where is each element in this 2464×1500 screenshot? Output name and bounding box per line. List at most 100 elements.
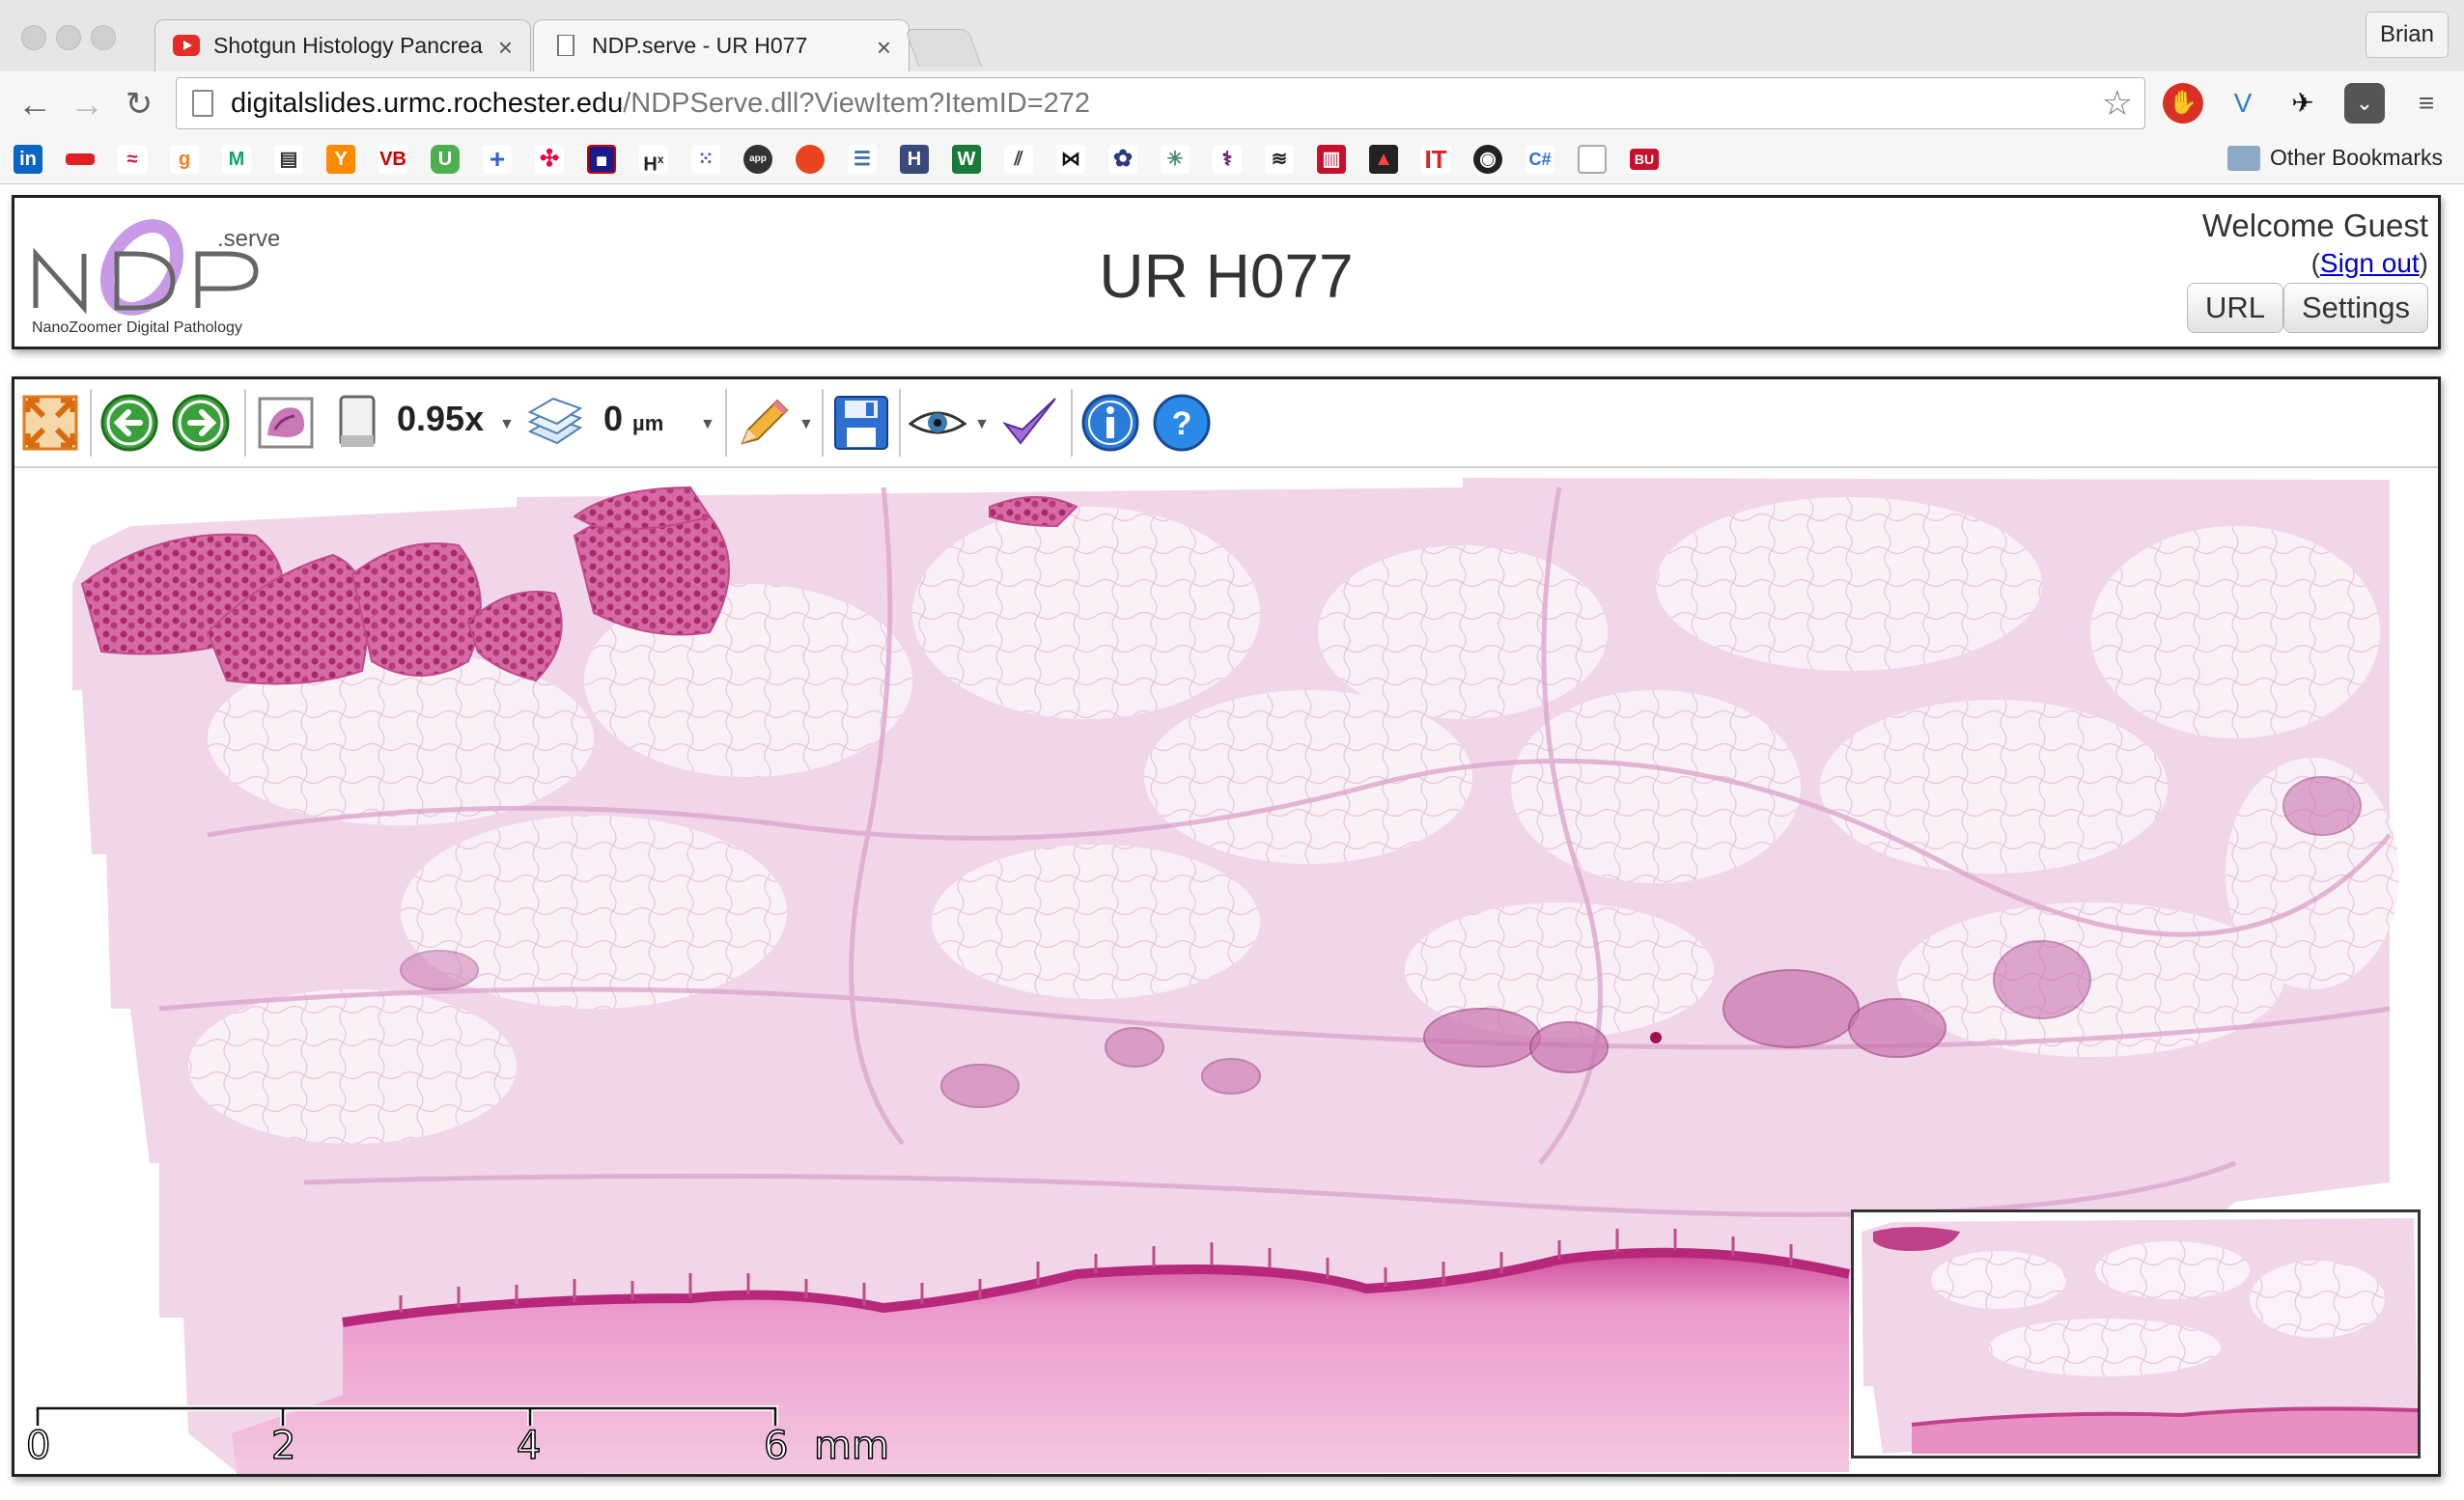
- scale-label-0: 0: [25, 1423, 51, 1469]
- previous-view-icon[interactable]: [99, 393, 159, 453]
- radio-icon[interactable]: ◉: [1473, 145, 1502, 174]
- close-icon[interactable]: ×: [498, 33, 513, 63]
- feather-icon[interactable]: ⚕: [1213, 145, 1242, 174]
- zoom-dropdown-caret-icon[interactable]: ▼: [499, 416, 515, 433]
- bookmarks-bar: in ≈ g M ▤ Y VB U + ✣ ■ Hx ⁙ app ☰ H W ⫽…: [0, 137, 2464, 184]
- pocket-icon[interactable]: ⌄: [2344, 83, 2385, 124]
- menu-icon[interactable]: ≡: [2406, 83, 2447, 124]
- grid-icon[interactable]: ■: [587, 145, 616, 174]
- next-view-icon[interactable]: [171, 393, 231, 453]
- bank-icon[interactable]: ≈: [118, 145, 147, 174]
- window-close-icon[interactable]: [21, 25, 46, 50]
- it-icon[interactable]: IT: [1421, 145, 1450, 174]
- flower-icon[interactable]: ✿: [1108, 145, 1137, 174]
- bookmark-star-icon[interactable]: ☆: [2102, 83, 2133, 124]
- address-bar[interactable]: digitalslides.urmc.rochester.edu/NDPServ…: [176, 77, 2145, 129]
- m-icon[interactable]: M: [222, 145, 251, 174]
- database-icon[interactable]: ☰: [848, 145, 877, 174]
- info-icon[interactable]: [1080, 393, 1140, 453]
- fit-to-screen-icon[interactable]: [20, 393, 80, 453]
- stripes-icon[interactable]: ⫽: [1004, 145, 1033, 174]
- doc-icon[interactable]: [1578, 145, 1607, 174]
- y-icon[interactable]: Y: [326, 145, 355, 174]
- focus-layers-icon[interactable]: [524, 393, 584, 453]
- toolbar-separator: [90, 389, 92, 457]
- glass-slide-icon[interactable]: [327, 393, 387, 453]
- ndp-header: .serve NanoZoomer Digital Pathology UR H…: [12, 195, 2441, 349]
- profile-button[interactable]: Brian: [2365, 12, 2449, 58]
- overview-thumbnail: [1854, 1212, 2418, 1456]
- toolbar-separator: [822, 389, 824, 457]
- bu-icon[interactable]: BU: [1630, 149, 1659, 170]
- bowtie-icon[interactable]: ⋈: [1056, 145, 1085, 174]
- visibility-eye-icon[interactable]: [909, 393, 968, 453]
- scale-label-4: 4: [516, 1423, 542, 1469]
- vb-icon[interactable]: VB: [378, 145, 407, 174]
- reload-icon[interactable]: ↻: [118, 83, 160, 125]
- window-zoom-icon[interactable]: [91, 25, 116, 50]
- forward-arrow-icon[interactable]: →: [66, 83, 108, 125]
- url-button[interactable]: URL: [2186, 283, 2283, 333]
- zoom-level[interactable]: 0.95x: [397, 399, 484, 439]
- help-icon[interactable]: ?: [1152, 393, 1212, 453]
- tab-ndp-serve[interactable]: NDP.serve - UR H077 ×: [533, 19, 910, 71]
- url-host: digitalslides.urmc.rochester.edu: [231, 87, 624, 119]
- appress-icon[interactable]: app: [743, 145, 772, 174]
- scale-label-unit: mm: [813, 1423, 889, 1469]
- focus-depth-value: 0: [603, 399, 624, 438]
- pinwheel-icon[interactable]: ✣: [535, 145, 564, 174]
- svg-text:?: ?: [1172, 405, 1192, 442]
- annotation-dropdown-caret-icon[interactable]: ▼: [798, 416, 814, 433]
- tab-title: NDP.serve - UR H077: [592, 33, 808, 58]
- w-icon[interactable]: W: [952, 145, 981, 174]
- viewer-toolbar: 0.95x ▼ 0 µm ▼ ▼ ▼ ?: [14, 379, 2438, 468]
- barchart-icon[interactable]: ▥: [1317, 145, 1346, 174]
- csharp-icon[interactable]: C#: [1526, 145, 1554, 174]
- slide-viewer: 0.95x ▼ 0 µm ▼ ▼ ▼ ? 0 2 4 6 mm: [12, 376, 2441, 1477]
- g-icon[interactable]: g: [170, 145, 199, 174]
- page-icon: [557, 35, 574, 56]
- adblock-icon[interactable]: ✋: [2163, 83, 2203, 124]
- save-floppy-icon[interactable]: [831, 393, 891, 453]
- url-path: /NDPServe.dll?ViewItem?ItemID=272: [623, 87, 1091, 119]
- toolbar-separator: [725, 389, 727, 457]
- toolbar-separator: [244, 389, 246, 457]
- tomato-icon[interactable]: [796, 145, 825, 174]
- news-icon[interactable]: ▤: [274, 145, 303, 174]
- browser-tab-bar: Shotgun Histology Pancrea × NDP.serve - …: [0, 0, 2464, 72]
- visibility-dropdown-caret-icon[interactable]: ▼: [974, 416, 990, 433]
- dark-icon[interactable]: ▲: [1369, 145, 1398, 174]
- tab-youtube[interactable]: Shotgun Histology Pancrea ×: [154, 19, 531, 71]
- window-minimize-icon[interactable]: [56, 25, 81, 50]
- close-icon[interactable]: ×: [877, 33, 891, 63]
- vimeo-icon[interactable]: V: [2223, 83, 2263, 124]
- toolbar-separator: [899, 389, 901, 457]
- check-mark-icon[interactable]: [999, 393, 1059, 453]
- hx-icon[interactable]: Hx: [639, 145, 668, 174]
- lines-icon[interactable]: ≋: [1265, 145, 1294, 174]
- dots-icon[interactable]: ⁙: [691, 145, 720, 174]
- browser-toolbar: ← → ↻ digitalslides.urmc.rochester.edu/N…: [0, 71, 2464, 137]
- focus-depth[interactable]: 0 µm: [603, 399, 663, 439]
- settings-button[interactable]: Settings: [2282, 283, 2428, 333]
- sign-out-link[interactable]: Sign out: [2320, 248, 2420, 278]
- depth-dropdown-caret-icon[interactable]: ▼: [700, 416, 715, 433]
- u-icon[interactable]: U: [431, 145, 460, 174]
- folder-icon: [2227, 145, 2261, 171]
- other-bookmarks[interactable]: Other Bookmarks: [2227, 145, 2443, 171]
- plus-icon[interactable]: +: [483, 145, 512, 174]
- other-bookmarks-label: Other Bookmarks: [2270, 145, 2443, 170]
- logo-tagline: NanoZoomer Digital Pathology: [32, 319, 242, 336]
- back-arrow-icon[interactable]: ←: [14, 83, 56, 125]
- h-icon[interactable]: H: [900, 145, 929, 174]
- network-icon[interactable]: ✳: [1161, 145, 1190, 174]
- focus-depth-unit: µm: [632, 411, 664, 435]
- annotation-pencil-icon[interactable]: [733, 393, 793, 453]
- tab-title: Shotgun Histology Pancrea: [213, 33, 483, 58]
- slide-thumbnail-icon[interactable]: [256, 393, 316, 453]
- linkedin-icon[interactable]: in: [14, 145, 42, 174]
- tornado-icon[interactable]: ✈: [2282, 83, 2323, 124]
- overview-map[interactable]: [1851, 1209, 2421, 1458]
- new-tab-button[interactable]: [904, 29, 983, 67]
- bookmark-red-icon[interactable]: [66, 153, 95, 165]
